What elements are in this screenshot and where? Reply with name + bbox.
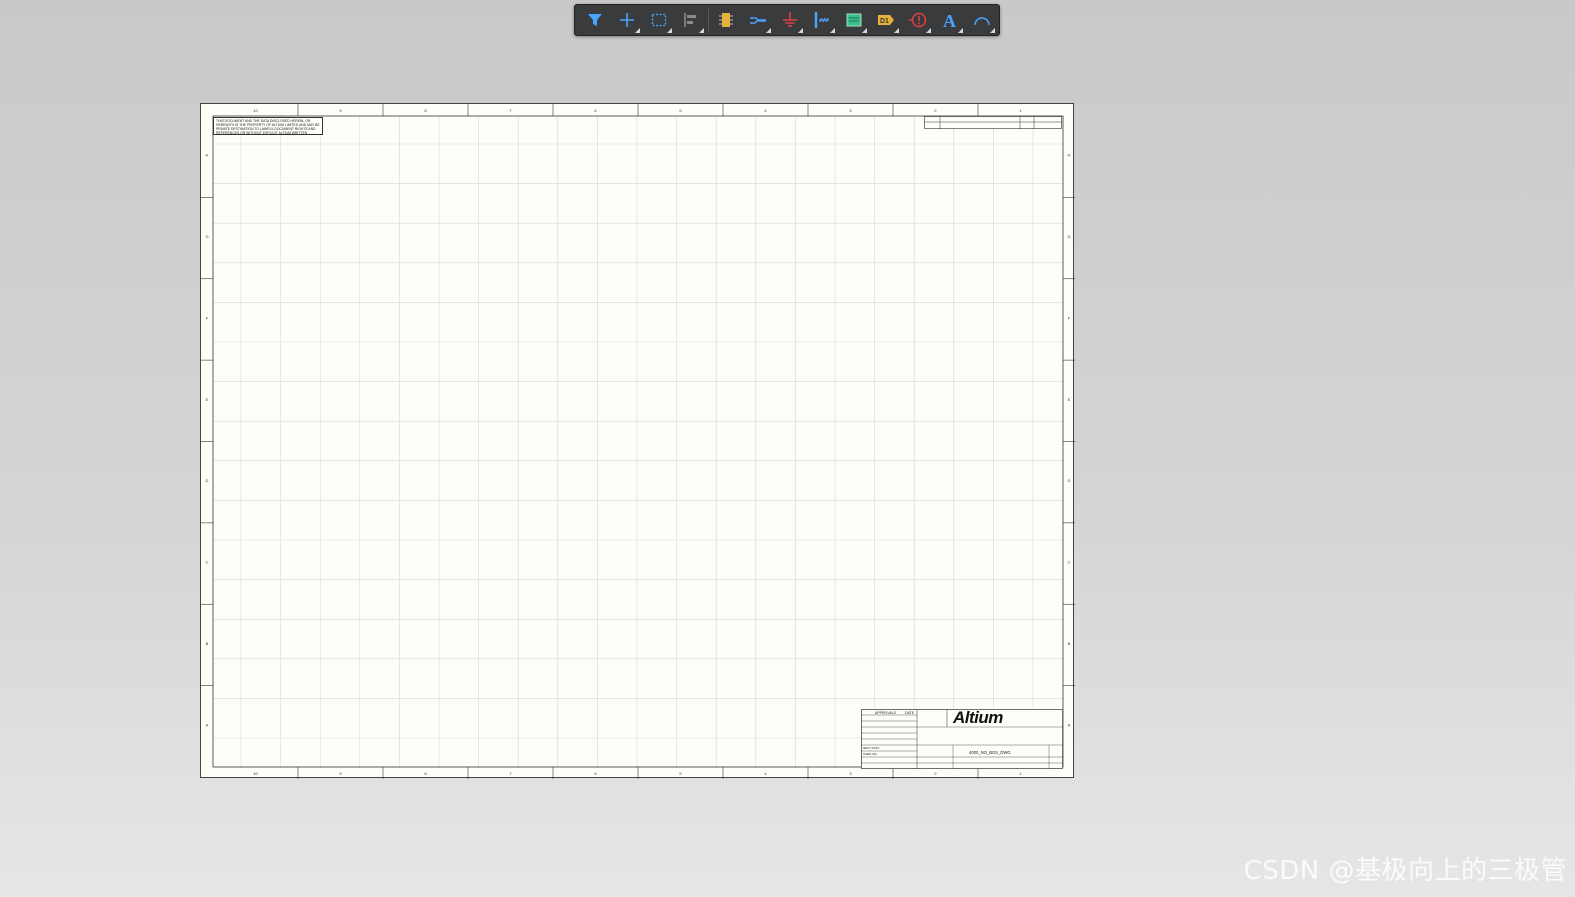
dropdown-arrow-icon[interactable] bbox=[699, 28, 704, 33]
zone-label: G bbox=[1067, 234, 1070, 239]
dropdown-arrow-icon[interactable] bbox=[926, 28, 931, 33]
approvals-label: APPROVALS bbox=[875, 711, 897, 715]
inner-border bbox=[212, 115, 1064, 768]
zone-label: 8 bbox=[424, 108, 427, 113]
zone-label: B bbox=[206, 641, 209, 646]
zone-label: 4 bbox=[764, 108, 767, 113]
dropdown-arrow-icon[interactable] bbox=[667, 28, 672, 33]
zone-label: 5 bbox=[679, 108, 682, 113]
zone-label: D bbox=[206, 478, 209, 483]
port-icon: D1 bbox=[878, 15, 894, 25]
align-button[interactable] bbox=[675, 5, 707, 35]
zone-label: 1 bbox=[1019, 771, 1022, 776]
arc-icon bbox=[974, 17, 990, 26]
ground-power-icon bbox=[783, 12, 797, 27]
zone-label: 9 bbox=[339, 771, 342, 776]
zone-label: 3 bbox=[849, 108, 852, 113]
dropdown-arrow-icon[interactable] bbox=[958, 28, 963, 33]
dropdown-arrow-icon[interactable] bbox=[766, 28, 771, 33]
parameter-button[interactable] bbox=[902, 5, 934, 35]
zone-label: 7 bbox=[509, 771, 512, 776]
zone-label: H bbox=[206, 153, 209, 158]
zone-label: F bbox=[1068, 315, 1071, 320]
sheet-symbol-icon bbox=[846, 13, 862, 27]
wire-button[interactable] bbox=[742, 5, 774, 35]
dropdown-arrow-icon[interactable] bbox=[798, 28, 803, 33]
zone-label: 4 bbox=[764, 771, 767, 776]
filter-icon bbox=[588, 14, 602, 26]
used-on-label: USED ON bbox=[863, 752, 877, 756]
zone-label: A bbox=[1068, 722, 1071, 727]
zone-label: 2 bbox=[934, 771, 937, 776]
csdn-watermark: CSDN @基极向上的三极管 bbox=[1243, 856, 1567, 886]
component-icon bbox=[719, 13, 733, 27]
schematic-sheet[interactable]: 10 10 9 9 8 8 7 7 6 6 5 5 4 4 3 3 2 2 1 1 H H G G F F E E D D C C B B A A T… bbox=[200, 103, 1075, 779]
zone-label: 6 bbox=[594, 771, 597, 776]
dropdown-arrow-icon[interactable] bbox=[830, 28, 835, 33]
bus-icon bbox=[814, 12, 829, 28]
svg-text:D1: D1 bbox=[880, 18, 889, 25]
zone-label: C bbox=[206, 560, 209, 565]
zone-label: 7 bbox=[509, 108, 512, 113]
drawing-number: 4000_NO_BGS_DWG bbox=[969, 750, 1011, 755]
zone-label: 6 bbox=[594, 108, 597, 113]
arc-button[interactable] bbox=[966, 5, 998, 35]
zone-label: 8 bbox=[424, 771, 427, 776]
zone-label: 5 bbox=[679, 771, 682, 776]
crosshair-icon bbox=[620, 13, 634, 27]
sheet-grid-border: 10 10 9 9 8 8 7 7 6 6 5 5 4 4 3 3 2 2 1 1 H H G G F F E E D D C C B B A A bbox=[201, 104, 1075, 779]
dropdown-arrow-icon[interactable] bbox=[862, 28, 867, 33]
revision-table bbox=[924, 116, 1062, 129]
dropdown-arrow-icon[interactable] bbox=[990, 28, 995, 33]
zone-label: E bbox=[206, 397, 209, 402]
altium-logo: Altium bbox=[953, 708, 1003, 727]
zone-label: 9 bbox=[339, 108, 342, 113]
zone-label: B bbox=[1068, 641, 1071, 646]
zone-label: E bbox=[1068, 397, 1071, 402]
bus-button[interactable] bbox=[806, 5, 838, 35]
ground-power-button[interactable] bbox=[774, 5, 806, 35]
component-button[interactable] bbox=[710, 5, 742, 35]
text-button[interactable]: A bbox=[934, 5, 966, 35]
zone-label: F bbox=[206, 315, 209, 320]
align-icon bbox=[684, 13, 696, 27]
crosshair-button[interactable] bbox=[611, 5, 643, 35]
sheet-symbol-button[interactable] bbox=[838, 5, 870, 35]
dropdown-arrow-icon[interactable] bbox=[635, 28, 640, 33]
zone-label: 10 bbox=[253, 108, 258, 113]
select-rect-icon bbox=[651, 13, 667, 27]
zone-label: C bbox=[1068, 560, 1071, 565]
ownership-notice: THIS DOCUMENT AND THE DATA DISCLOSED HER… bbox=[213, 117, 323, 135]
text-icon: A bbox=[943, 11, 956, 30]
dropdown-arrow-icon[interactable] bbox=[894, 28, 899, 33]
date-label: DATE bbox=[905, 711, 915, 715]
zone-label: 3 bbox=[849, 771, 852, 776]
zone-label: A bbox=[206, 722, 209, 727]
zone-label: G bbox=[205, 234, 208, 239]
select-rect-button[interactable] bbox=[643, 5, 675, 35]
schematic-active-bar: D1 A bbox=[574, 4, 1000, 36]
filter-button[interactable] bbox=[579, 5, 611, 35]
zone-label: 1 bbox=[1019, 108, 1022, 113]
parameter-icon bbox=[909, 12, 927, 28]
zone-label: H bbox=[1068, 153, 1071, 158]
port-button[interactable]: D1 bbox=[870, 5, 902, 35]
toolbar-separator bbox=[708, 9, 709, 31]
next-assy-label: NEXT ASSY bbox=[863, 746, 880, 750]
zone-label: 10 bbox=[253, 771, 258, 776]
svg-text:A: A bbox=[943, 11, 956, 30]
zone-label: D bbox=[1068, 478, 1071, 483]
zone-label: 2 bbox=[934, 108, 937, 113]
wire-icon bbox=[750, 17, 766, 24]
